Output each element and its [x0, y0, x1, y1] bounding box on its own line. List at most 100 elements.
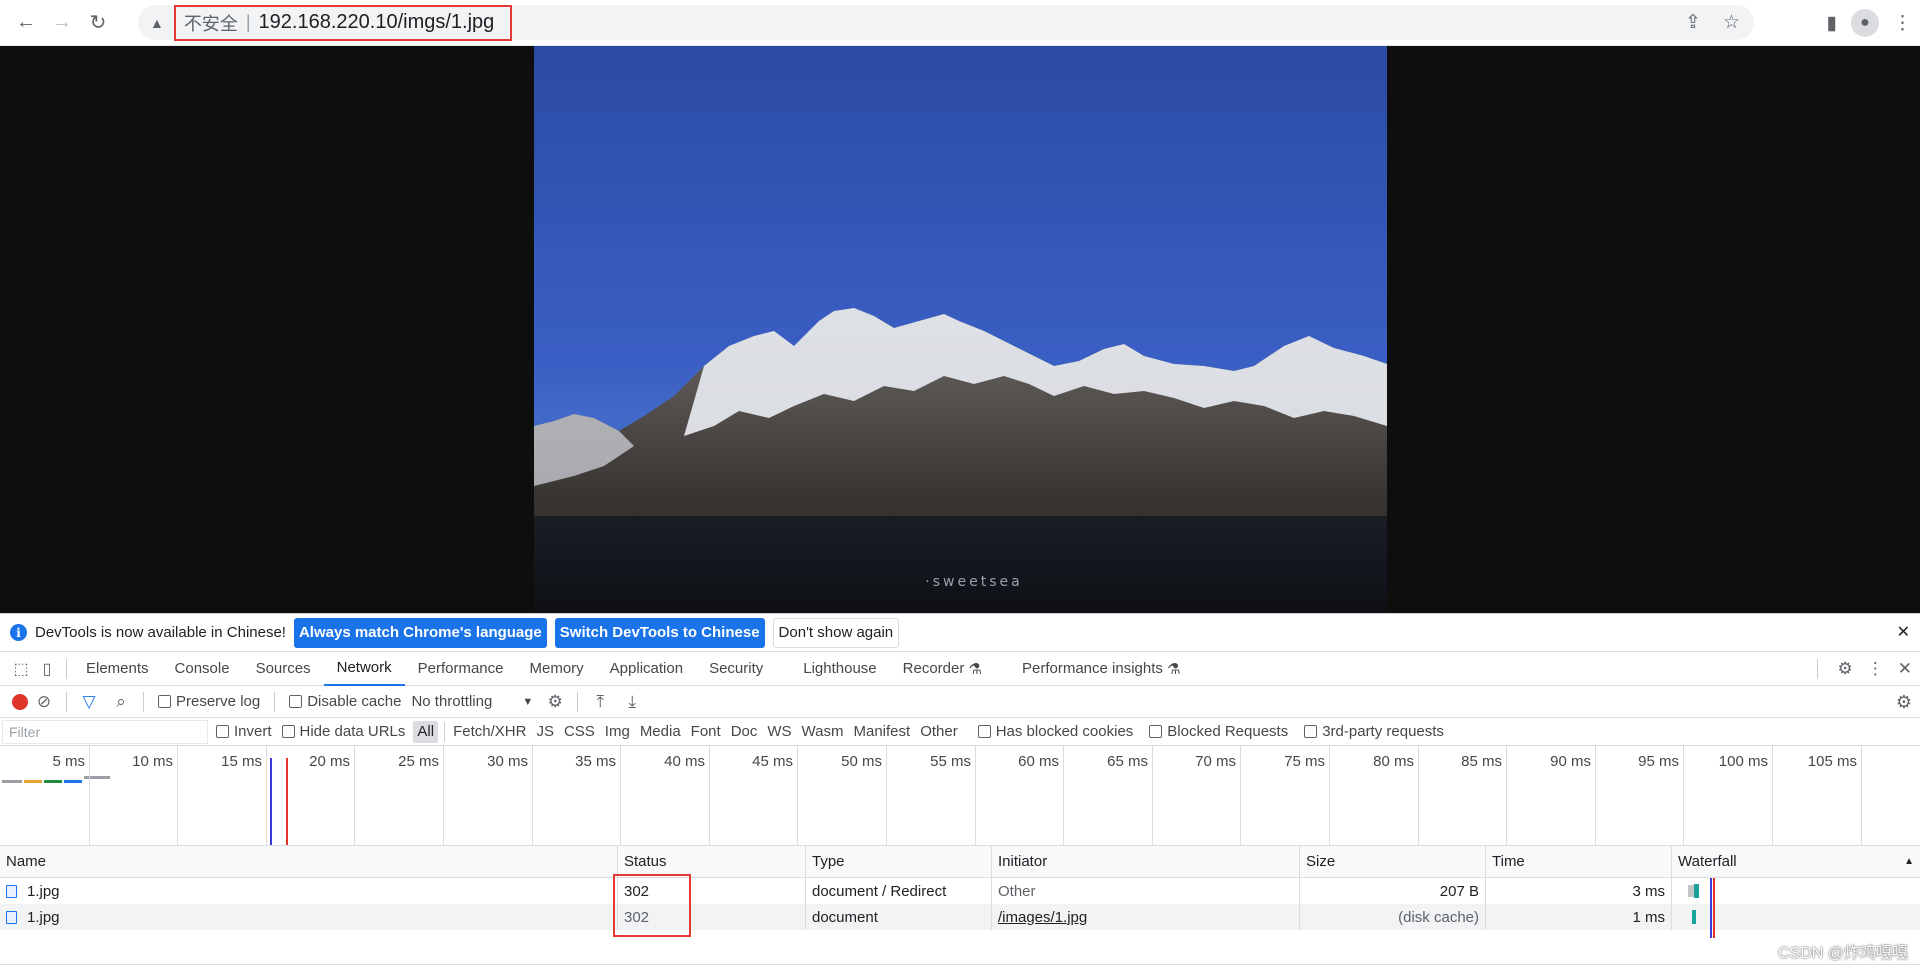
row-size: (disk cache): [1300, 904, 1486, 930]
col-time[interactable]: Time: [1486, 846, 1672, 877]
address-bar[interactable]: ▲ 不安全 | 192.168.220.10/imgs/1.jpg ⇪ ☆: [138, 5, 1754, 40]
table-row[interactable]: 1.jpg 302 document / Redirect Other 207 …: [0, 878, 1920, 904]
checkbox[interactable]: [282, 725, 295, 738]
type-filter-media[interactable]: Media: [636, 721, 685, 743]
col-initiator[interactable]: Initiator: [992, 846, 1300, 877]
filter-icon[interactable]: ▽: [73, 686, 105, 718]
type-filter-img[interactable]: Img: [601, 721, 634, 743]
tab-lighthouse[interactable]: Lighthouse: [790, 652, 889, 686]
row-time: 3 ms: [1486, 878, 1672, 904]
preserve-log-checkbox[interactable]: Preserve log: [158, 693, 260, 710]
has-blocked-cookies-label: Has blocked cookies: [996, 723, 1134, 740]
timeline-tick-label: 45 ms: [752, 753, 793, 770]
col-type[interactable]: Type: [806, 846, 992, 877]
has-blocked-cookies-checkbox[interactable]: Has blocked cookies: [978, 723, 1134, 740]
timeline-tick-label: 80 ms: [1373, 753, 1414, 770]
invert-checkbox[interactable]: Invert: [216, 723, 272, 740]
device-toggle-icon[interactable]: ▯: [34, 652, 60, 686]
tab-security[interactable]: Security: [696, 652, 776, 686]
type-filter-all[interactable]: All: [413, 721, 438, 743]
timeline-tick-label: 5 ms: [52, 753, 85, 770]
export-har-icon[interactable]: ⤓: [616, 686, 648, 718]
tab-memory[interactable]: Memory: [517, 652, 597, 686]
side-panel-icon[interactable]: ▮: [1827, 12, 1837, 35]
network-settings-icon[interactable]: ⚙: [1896, 692, 1912, 713]
timeline-tick-label: 40 ms: [664, 753, 705, 770]
throttling-select[interactable]: No throttling▼: [411, 693, 533, 710]
menu-icon[interactable]: ⋮: [1893, 12, 1912, 35]
col-waterfall[interactable]: Waterfall▲: [1672, 846, 1920, 877]
type-filter-js[interactable]: JS: [532, 721, 558, 743]
third-party-checkbox[interactable]: 3rd-party requests: [1304, 723, 1444, 740]
checkbox[interactable]: [978, 725, 991, 738]
timeline-tick-label: 55 ms: [930, 753, 971, 770]
record-icon[interactable]: [12, 694, 28, 710]
match-language-button[interactable]: Always match Chrome's language: [294, 618, 547, 648]
table-row[interactable]: 1.jpg 302 document /images/1.jpg (disk c…: [0, 904, 1920, 930]
forward-icon[interactable]: →: [44, 5, 80, 41]
share-icon[interactable]: ⇪: [1685, 11, 1701, 34]
checkbox[interactable]: [289, 695, 302, 708]
row-name: 1.jpg: [27, 909, 60, 926]
type-filter-manifest[interactable]: Manifest: [850, 721, 915, 743]
tab-console[interactable]: Console: [162, 652, 243, 686]
more-options-icon[interactable]: ⋮: [1867, 659, 1884, 679]
overview-timeline[interactable]: 5 ms10 ms15 ms20 ms25 ms30 ms35 ms40 ms4…: [0, 746, 1920, 846]
hide-data-urls-checkbox[interactable]: Hide data URLs: [282, 723, 406, 740]
flask-icon: ⚗: [969, 660, 982, 678]
type-filter-css[interactable]: CSS: [560, 721, 599, 743]
row-size: 207 B: [1300, 878, 1486, 904]
filter-input[interactable]: Filter: [2, 720, 208, 744]
timeline-gridline: [1772, 746, 1773, 846]
dont-show-again-button[interactable]: Don't show again: [773, 618, 900, 648]
type-filter-font[interactable]: Font: [687, 721, 725, 743]
avatar[interactable]: ●: [1851, 9, 1879, 37]
tab-network[interactable]: Network: [324, 652, 405, 686]
network-conditions-icon[interactable]: ⚙: [539, 686, 571, 718]
type-filter-fetch-xhr[interactable]: Fetch/XHR: [449, 721, 530, 743]
disable-cache-checkbox[interactable]: Disable cache: [289, 693, 401, 710]
document-icon: [6, 911, 17, 924]
row-initiator[interactable]: /images/1.jpg: [992, 904, 1300, 930]
timeline-tick-label: 90 ms: [1550, 753, 1591, 770]
initiator-link[interactable]: /images/1.jpg: [998, 909, 1087, 926]
checkbox[interactable]: [216, 725, 229, 738]
document-icon: [6, 885, 17, 898]
import-har-icon[interactable]: ⤒: [584, 686, 616, 718]
switch-chinese-button[interactable]: Switch DevTools to Chinese: [555, 618, 765, 648]
clear-icon[interactable]: ⊘: [28, 686, 60, 718]
checkbox[interactable]: [1304, 725, 1317, 738]
tab-sources[interactable]: Sources: [243, 652, 324, 686]
blocked-requests-checkbox[interactable]: Blocked Requests: [1149, 723, 1288, 740]
timeline-gridline: [709, 746, 710, 846]
hide-data-urls-label: Hide data URLs: [300, 723, 406, 740]
bookmark-star-icon[interactable]: ☆: [1723, 11, 1740, 34]
checkbox[interactable]: [1149, 725, 1162, 738]
search-icon[interactable]: ⌕: [105, 686, 137, 718]
back-icon[interactable]: ←: [8, 5, 44, 41]
devtools-tabbar: ⬚ ▯ Elements Console Sources Network Per…: [0, 652, 1920, 686]
col-size[interactable]: Size: [1300, 846, 1486, 877]
col-name[interactable]: Name: [0, 846, 618, 877]
url-text[interactable]: 192.168.220.10/imgs/1.jpg: [259, 11, 495, 34]
checkbox[interactable]: [158, 695, 171, 708]
tab-elements[interactable]: Elements: [73, 652, 162, 686]
close-devtools-icon[interactable]: ✕: [1898, 659, 1912, 679]
inspect-element-icon[interactable]: ⬚: [8, 652, 34, 686]
tab-application[interactable]: Application: [597, 652, 696, 686]
timeline-bar: [64, 780, 82, 783]
timeline-gridline: [1595, 746, 1596, 846]
reload-icon[interactable]: ↻: [80, 5, 116, 41]
col-status[interactable]: Status: [618, 846, 806, 877]
timeline-bar: [44, 780, 62, 783]
type-filter-wasm[interactable]: Wasm: [798, 721, 848, 743]
type-filter-other[interactable]: Other: [916, 721, 962, 743]
tab-recorder[interactable]: Recorder ⚗: [890, 652, 995, 686]
type-filter-ws[interactable]: WS: [763, 721, 795, 743]
tab-performance-insights[interactable]: Performance insights ⚗: [1009, 652, 1194, 686]
settings-gear-icon[interactable]: ⚙: [1838, 659, 1853, 679]
close-icon[interactable]: ✕: [1897, 622, 1910, 642]
tab-performance[interactable]: Performance: [405, 652, 517, 686]
timeline-bar: [84, 776, 110, 779]
type-filter-doc[interactable]: Doc: [727, 721, 762, 743]
